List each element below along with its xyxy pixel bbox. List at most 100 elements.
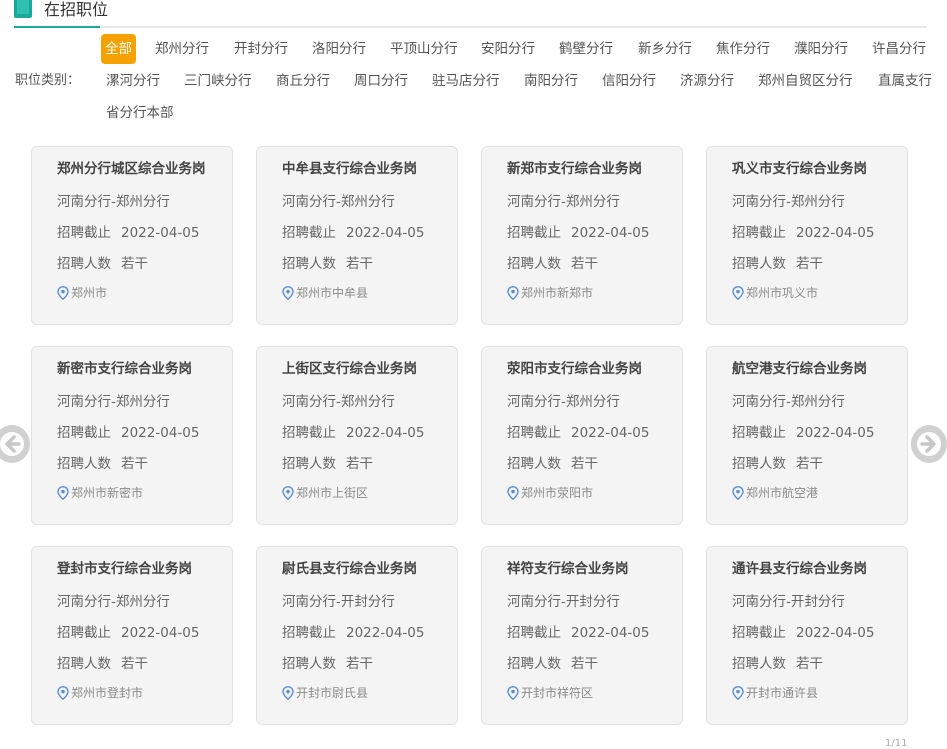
deadline-value: 2022-04-05 [346,425,425,441]
job-org: 河南分行-开封分行 [732,594,845,610]
job-card[interactable]: 巩义市支行综合业务岗 河南分行-郑州分行 招聘截止 2022-04-05 招聘人数 若干郑… [706,146,908,325]
filter-zhengzhou-ftz[interactable]: 郑州自贸区分行 [758,66,853,96]
filter-zhumadian[interactable]: 驻马店分行 [432,66,500,96]
location-pin-icon [57,485,69,500]
filter-pingdingshan[interactable]: 平顶山分行 [390,34,458,64]
category-label: 职位类别： [15,73,81,88]
headcount-label: 招聘人数 [507,456,561,472]
filter-all[interactable]: 全部 [101,34,136,64]
job-deadline-row: 招聘截止 2022-04-05 [282,221,424,241]
headcount-value: 若干 [121,456,148,472]
location-text: 郑州市新郑市 [521,286,594,300]
job-card[interactable]: 祥符支行综合业务岗 河南分行-开封分行 招聘截止 2022-04-05 招聘人数 若干 开封… [481,546,683,725]
job-card[interactable]: 通许县支行综合业务岗 河南分行-开封分行 招聘截止 2022-04-05 招聘人数 若干开… [706,546,908,725]
job-headcount-row: 招聘人数 若干 [732,652,823,672]
filter-zhoukou[interactable]: 周口分行 [354,66,408,96]
job-title[interactable]: 航空港支行综合业务岗 [732,357,867,377]
job-org: 河南分行-郑州分行 [507,194,620,210]
headcount-value: 若干 [571,256,598,272]
deadline-label: 招聘截止 [732,425,786,441]
job-org: 河南分行-郑州分行 [57,394,170,410]
filter-xuchang[interactable]: 许昌分行 [872,34,926,64]
location-text: 郑州市巩义市 [746,286,819,300]
headcount-label: 招聘人数 [732,656,786,672]
job-title[interactable]: 巩义市支行综合业务岗 [732,157,867,177]
job-title[interactable]: 上街区支行综合业务岗 [282,357,417,377]
headcount-label: 招聘人数 [732,456,786,472]
job-title[interactable]: 郑州分行城区综合业务岗 [57,157,206,177]
filter-zhengzhou[interactable]: 郑州分行 [155,34,209,64]
location-pin-icon [732,685,744,700]
section-marker-icon [14,0,32,18]
prev-page-button[interactable] [0,425,30,463]
job-title[interactable]: 新郑市支行综合业务岗 [507,157,642,177]
filter-jiaozuo[interactable]: 焦作分行 [716,34,770,64]
filter-hebi[interactable]: 鹤壁分行 [559,34,613,64]
location-text: 郑州市新密市 [71,486,144,500]
deadline-label: 招聘截止 [57,225,111,241]
location-text: 郑州市 [71,286,108,300]
job-org: 河南分行-郑州分行 [732,394,845,410]
job-headcount-row: 招聘人数 若干 [507,652,598,672]
job-headcount-row: 招聘人数 若干 [507,252,598,272]
job-org: 河南分行-郑州分行 [282,194,395,210]
filter-kaifeng[interactable]: 开封分行 [234,34,288,64]
job-deadline-row: 招聘截止 2022-04-05 [57,421,199,441]
filter-direct-branch[interactable]: 直属支行 [878,66,932,96]
headcount-value: 若干 [796,256,823,272]
headcount-value: 若干 [571,456,598,472]
headcount-value: 若干 [346,656,373,672]
job-card[interactable]: 新郑市支行综合业务岗 河南分行-郑州分行 招聘截止 2022-04-05 招聘人数 若干郑… [481,146,683,325]
filter-sanmenxia[interactable]: 三门峡分行 [184,66,252,96]
job-title[interactable]: 祥符支行综合业务岗 [507,557,629,577]
location-text: 开封市祥符区 [521,686,594,700]
job-headcount-row: 招聘人数 若干 [57,452,148,472]
filter-provincial-hq[interactable]: 省分行本部 [106,98,174,128]
filter-anyang[interactable]: 安阳分行 [481,34,535,64]
filter-jiyuan[interactable]: 济源分行 [680,66,734,96]
filter-nanyang[interactable]: 南阳分行 [524,66,578,96]
deadline-value: 2022-04-05 [796,225,875,241]
next-page-button[interactable] [911,425,947,463]
location-pin-icon [507,285,519,300]
job-card[interactable]: 郑州分行城区综合业务岗 河南分行-郑州分行 招聘截止 2022-04-05 招聘人数 若干… [31,146,233,325]
job-org: 河南分行-开封分行 [282,594,395,610]
job-card[interactable]: 上街区支行综合业务岗 河南分行-郑州分行 招聘截止 2022-04-05 招聘人数 若干郑… [256,346,458,525]
job-headcount-row: 招聘人数 若干 [282,652,373,672]
deadline-value: 2022-04-05 [571,625,650,641]
job-title[interactable]: 荥阳市支行综合业务岗 [507,357,642,377]
headcount-label: 招聘人数 [507,256,561,272]
location-text: 开封市通许县 [746,686,819,700]
filter-xinxiang[interactable]: 新乡分行 [638,34,692,64]
job-card[interactable]: 登封市支行综合业务岗 河南分行-郑州分行 招聘截止 2022-04-05 招聘人数 若干郑… [31,546,233,725]
headcount-label: 招聘人数 [282,256,336,272]
job-title[interactable]: 通许县支行综合业务岗 [732,557,867,577]
job-card[interactable]: 尉氏县支行综合业务岗 河南分行-开封分行 招聘截止 2022-04-05 招聘人数 若干开… [256,546,458,725]
deadline-label: 招聘截止 [507,625,561,641]
filter-shangqiu[interactable]: 商丘分行 [276,66,330,96]
job-card[interactable]: 荥阳市支行综合业务岗 河南分行-郑州分行 招聘截止 2022-04-05 招聘人数 若干郑… [481,346,683,525]
job-card[interactable]: 航空港支行综合业务岗 河南分行-郑州分行 招聘截止 2022-04-05 招聘人数 若干郑… [706,346,908,525]
job-headcount-row: 招聘人数 若干 [732,252,823,272]
job-deadline-row: 招聘截止 2022-04-05 [507,621,649,641]
deadline-label: 招聘截止 [507,225,561,241]
arrow-right-icon [917,432,941,456]
deadline-label: 招聘截止 [732,225,786,241]
job-location: 郑州市上街区 [282,484,368,501]
job-card[interactable]: 新密市支行综合业务岗河南分行-郑州分行招聘截止 2022-04-05 招聘人数 若干郑… [31,346,233,525]
deadline-value: 2022-04-05 [121,225,200,241]
job-deadline-row: 招聘截止 2022-04-05 [282,421,424,441]
job-headcount-row: 招聘人数 若干 [57,252,148,272]
job-title[interactable]: 登封市支行综合业务岗 [57,557,192,577]
job-title[interactable]: 中牟县支行综合业务岗 [282,157,417,177]
filter-luohe[interactable]: 漯河分行 [106,66,160,96]
job-card[interactable]: 中牟县支行综合业务岗 河南分行-郑州分行 招聘截止 2022-04-05 招聘人数 若干郑… [256,146,458,325]
filter-puyang[interactable]: 濮阳分行 [794,34,848,64]
location-pin-icon [282,485,294,500]
job-location: 郑州市新郑市 [507,284,593,301]
job-title[interactable]: 新密市支行综合业务岗 [57,357,192,377]
filter-luoyang[interactable]: 洛阳分行 [312,34,366,64]
job-title[interactable]: 尉氏县支行综合业务岗 [282,557,417,577]
filter-xinyang[interactable]: 信阳分行 [602,66,656,96]
deadline-label: 招聘截止 [57,625,111,641]
